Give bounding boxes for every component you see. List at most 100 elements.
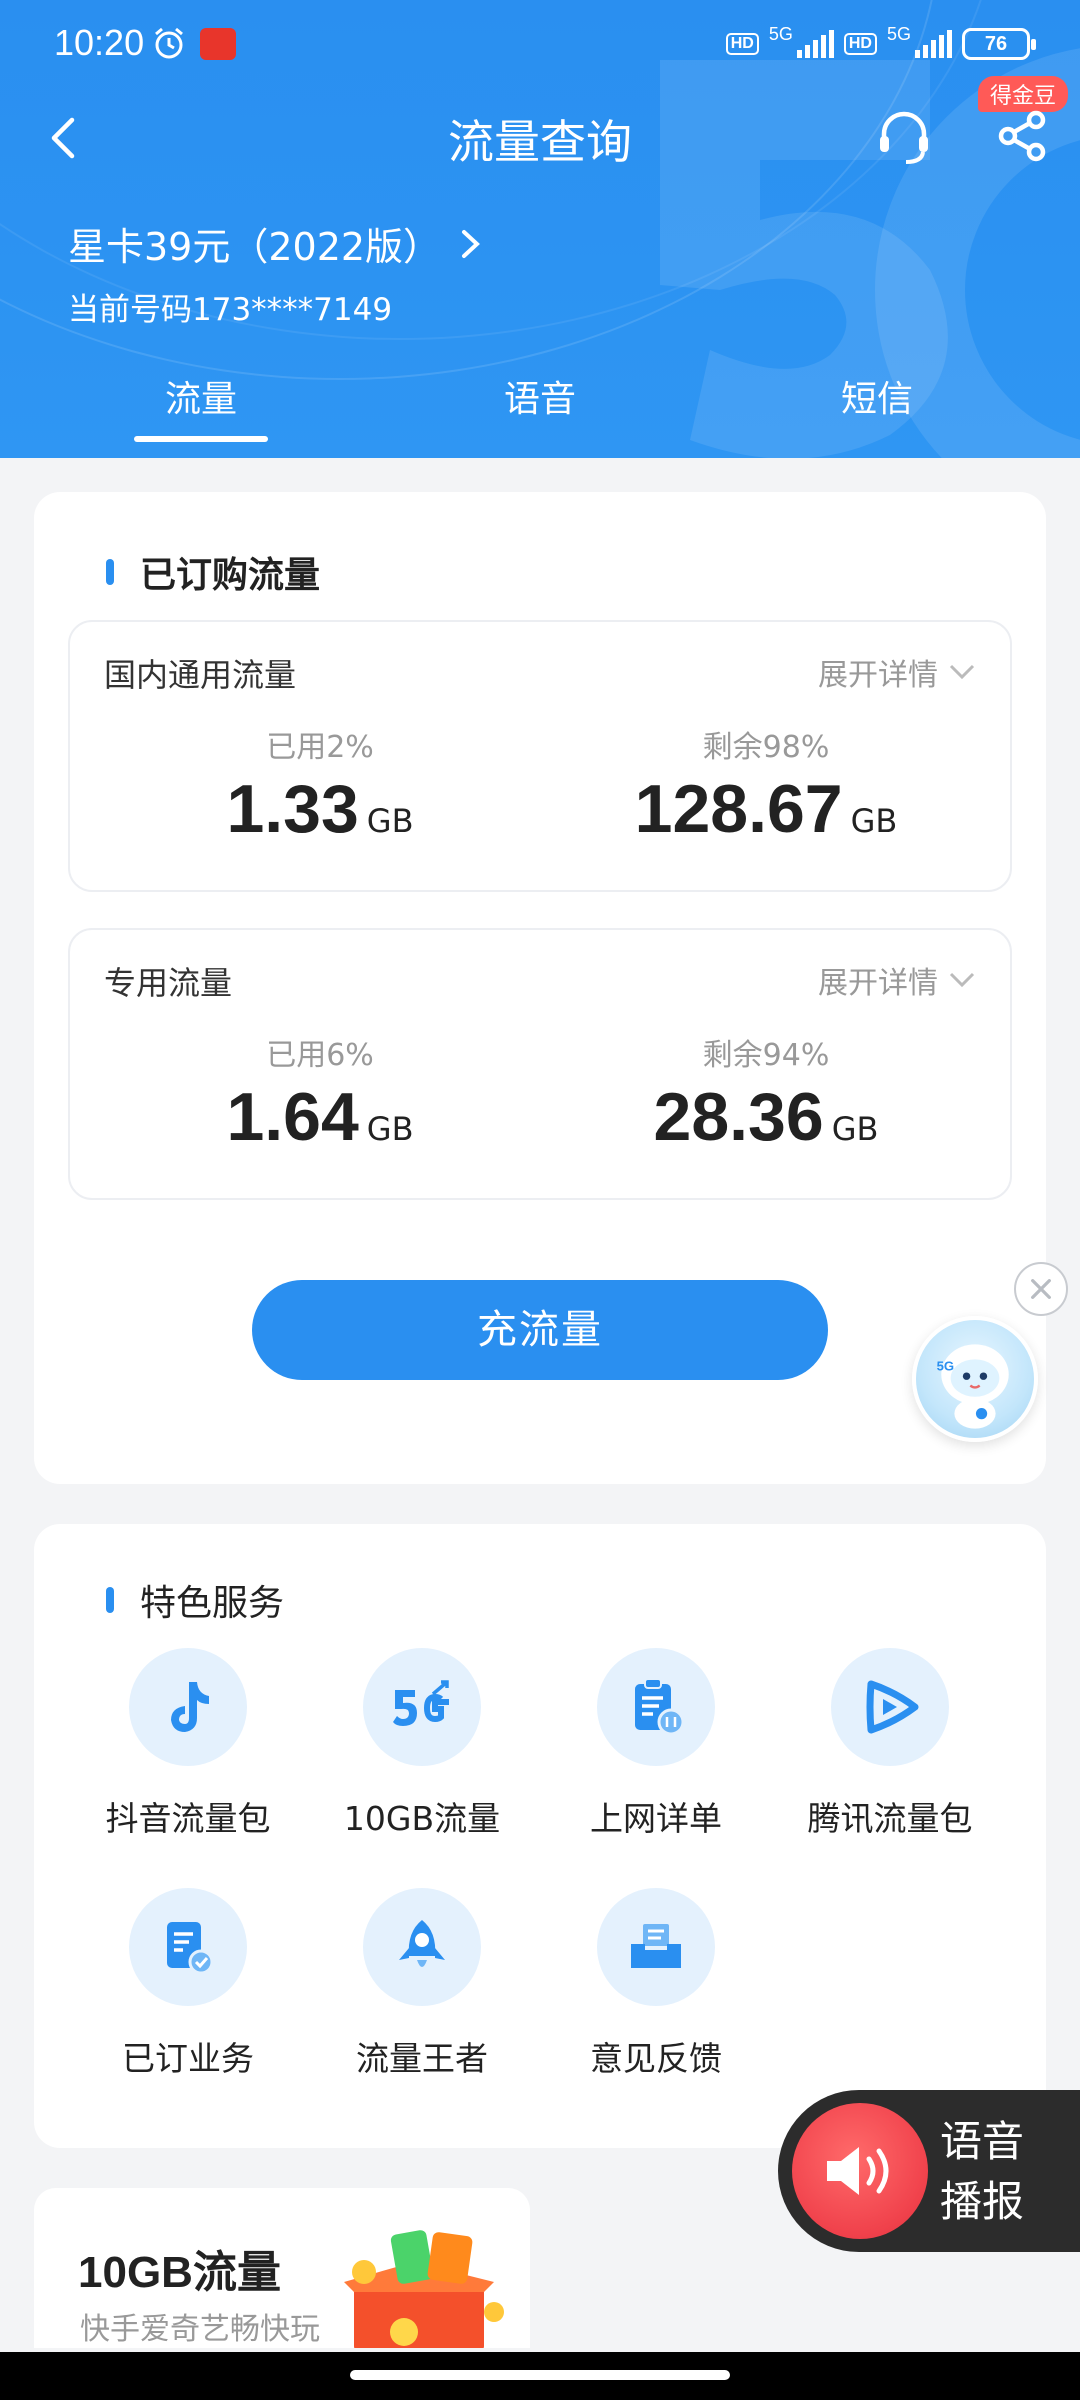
used-column: 已用6% 1.64 GB: [110, 1030, 530, 1156]
service-label: 10GB流量: [343, 1799, 501, 1838]
voice-broadcast-label: 语音 播报: [940, 2112, 1024, 2232]
featured-services-card: 特色服务 抖音流量包 10GB流量 上网详单 腾讯流量包 已订业务 流量王者 意…: [34, 1524, 1046, 2148]
network-type-2: 5G: [886, 23, 911, 44]
section-title: 已订购流量: [106, 546, 320, 598]
hd-badge: HD: [725, 33, 759, 55]
plan-selector[interactable]: 星卡39元（2022版）: [68, 216, 483, 271]
unit: GB: [850, 802, 898, 840]
signal-icon-2: [915, 30, 952, 58]
network-type: 5G: [768, 23, 793, 44]
flow-name: 专用流量: [104, 964, 233, 1002]
chevron-down-icon: [949, 972, 975, 988]
mascot-icon: 5G: [937, 1344, 1009, 1429]
used-value: 1.64: [226, 1079, 359, 1155]
service-icon-wrap: [597, 1888, 715, 2006]
remain-percent: 剩余98%: [702, 730, 830, 765]
headset-icon[interactable]: [876, 108, 932, 166]
service-label: 流量王者: [356, 2039, 488, 2078]
hd-badge-2: HD: [843, 33, 877, 55]
flow-name: 国内通用流量: [104, 656, 297, 694]
section-title-bar: [106, 1587, 114, 1613]
clipboard-icon: [635, 1678, 685, 1736]
speaker-icon: [827, 2147, 889, 2195]
gift-box-illustration: [344, 2230, 504, 2348]
flow-box-domestic: 国内通用流量 展开详情 已用2% 1.33 GB 剩余98% 128.67 GB: [68, 620, 1012, 892]
service-icon-wrap: [597, 1648, 715, 1766]
close-icon[interactable]: [1014, 1262, 1068, 1316]
unit: GB: [366, 1110, 414, 1148]
gold-bean-badge[interactable]: 得金豆: [978, 76, 1069, 112]
header: 10:20 HD 5G HD 5G 76 流量查询 得金豆 星卡39元（2022…: [0, 0, 1080, 458]
expand-details-button[interactable]: 展开详情: [818, 958, 976, 1002]
tab-bar: 流量 语音 短信: [0, 370, 1080, 440]
service-icon-wrap: [129, 1648, 247, 1766]
service-tencent-package[interactable]: 腾讯流量包: [780, 1648, 1000, 1840]
tab-data[interactable]: 流量: [101, 370, 301, 422]
service-douyin-package[interactable]: 抖音流量包: [78, 1648, 298, 1840]
status-time: 10:20: [54, 22, 145, 63]
expand-details-label: 展开详情: [818, 658, 938, 693]
service-10gb-data[interactable]: 10GB流量: [312, 1648, 532, 1840]
used-percent: 已用6%: [266, 1038, 374, 1073]
service-feedback[interactable]: 意见反馈: [546, 1888, 766, 2080]
expand-details-label: 展开详情: [818, 966, 938, 1001]
used-column: 已用2% 1.33 GB: [110, 722, 530, 848]
service-icon-wrap: [129, 1888, 247, 2006]
remain-column: 剩余94% 28.36 GB: [556, 1030, 976, 1156]
rocket-icon: [399, 1920, 445, 1967]
share-icon[interactable]: [996, 108, 1048, 164]
service-label: 抖音流量包: [105, 1799, 271, 1838]
used-value: 1.33: [226, 771, 359, 847]
voice-line-1: 语音: [940, 2117, 1025, 2166]
chevron-down-icon: [949, 664, 975, 680]
service-label: 已订业务: [122, 2039, 254, 2078]
service-label: 腾讯流量包: [807, 1799, 973, 1838]
used-percent: 已用2%: [266, 730, 374, 765]
service-label: 意见反馈: [590, 2039, 722, 2078]
assistant-mascot-button[interactable]: 5G: [912, 1316, 1038, 1442]
promo-card-10gb[interactable]: 10GB流量 快手爱奇艺畅快玩: [34, 2188, 530, 2348]
recharge-button[interactable]: 充流量: [252, 1280, 828, 1380]
svg-text:5G: 5G: [937, 1359, 955, 1374]
remain-column: 剩余98% 128.67 GB: [556, 722, 976, 848]
document-check-icon: [167, 1922, 214, 1975]
service-usage-details[interactable]: 上网详单: [546, 1648, 766, 1840]
section-title-text: 已订购流量: [140, 555, 321, 596]
voice-broadcast-button[interactable]: 语音 播报: [778, 2090, 1080, 2252]
app-notification-icon: [200, 28, 236, 60]
service-icon-wrap: [363, 1888, 481, 2006]
douyin-icon: [171, 1682, 209, 1732]
section-title-text: 特色服务: [140, 1583, 285, 1624]
section-title-bar: [106, 559, 114, 585]
remain-value: 28.36: [653, 1079, 824, 1155]
tab-active-indicator: [134, 436, 268, 442]
voice-speaker-wrap: [792, 2103, 928, 2239]
feedback-box-icon: [631, 1924, 681, 1968]
alarm-icon: [155, 27, 183, 59]
home-indicator[interactable]: [350, 2370, 730, 2380]
service-icon-wrap: [831, 1648, 949, 1766]
unit: GB: [366, 802, 414, 840]
service-subscribed[interactable]: 已订业务: [78, 1888, 298, 2080]
chevron-right-icon: [462, 229, 481, 258]
tab-voice[interactable]: 语音: [440, 370, 640, 422]
service-icon-wrap: [363, 1648, 481, 1766]
service-data-king[interactable]: 流量王者: [312, 1888, 532, 2080]
voice-line-2: 播报: [940, 2177, 1025, 2226]
section-title: 特色服务: [106, 1574, 284, 1626]
unit: GB: [831, 1110, 879, 1148]
remain-value: 128.67: [634, 771, 843, 847]
status-right-icons: HD 5G HD 5G 76: [725, 24, 1036, 60]
5g-icon: [393, 1680, 449, 1726]
expand-details-button[interactable]: 展开详情: [818, 650, 976, 694]
battery-icon: 76: [962, 28, 1036, 60]
remain-percent: 剩余94%: [702, 1038, 830, 1073]
flow-box-dedicated: 专用流量 展开详情 已用6% 1.64 GB 剩余94% 28.36 GB: [68, 928, 1012, 1200]
service-label: 上网详单: [590, 1799, 722, 1838]
play-icon: [866, 1680, 919, 1734]
phone-number: 当前号码173****7149: [68, 292, 393, 328]
plan-name: 星卡39元（2022版）: [68, 225, 442, 269]
tab-sms[interactable]: 短信: [777, 370, 977, 422]
promo-subtitle: 快手爱奇艺畅快玩: [80, 2312, 320, 2347]
status-bar: 10:20 HD 5G HD 5G 76: [0, 0, 1080, 90]
